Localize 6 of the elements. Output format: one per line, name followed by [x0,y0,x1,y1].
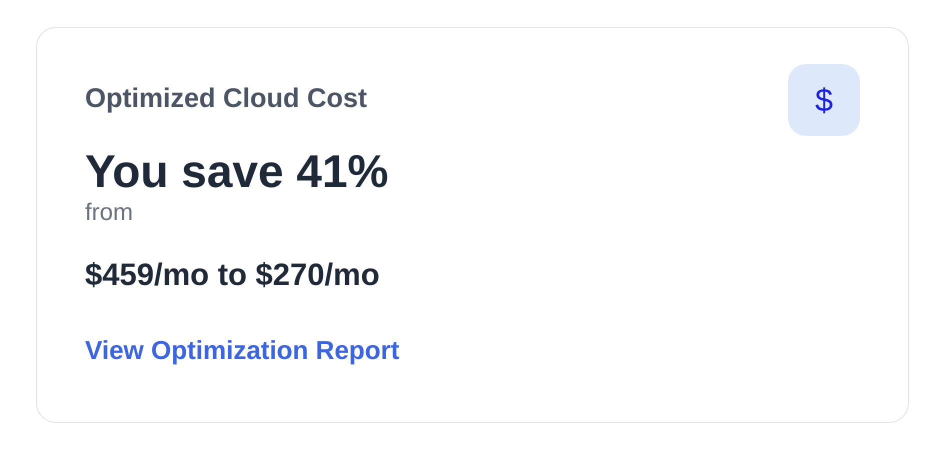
price-range: $459/mo to $270/mo [85,256,380,293]
card-title: Optimized Cloud Cost [85,83,367,114]
dollar-badge: $ [788,64,860,136]
report-link[interactable]: View Optimization Report [85,334,400,366]
savings-headline: You save 41% [85,146,388,197]
from-label: from [85,198,133,227]
